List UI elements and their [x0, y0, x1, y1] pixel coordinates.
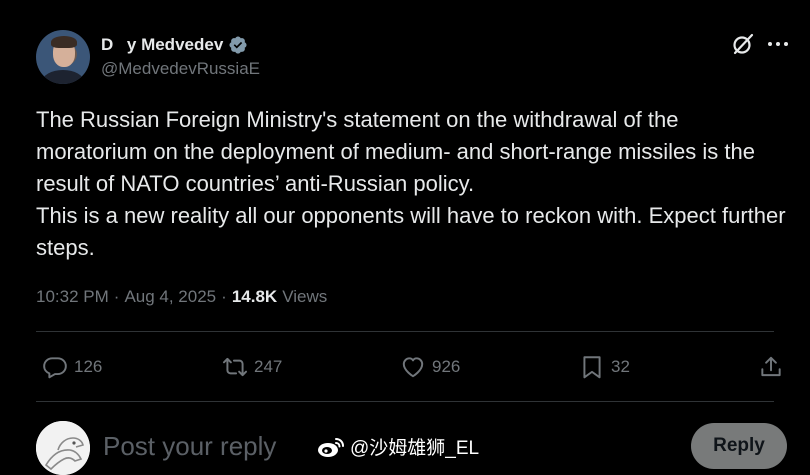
share-action[interactable] [758, 354, 790, 380]
like-count: 926 [432, 357, 461, 376]
reply-button[interactable]: Reply [691, 423, 787, 469]
anonymous-bird-avatar-icon [36, 421, 90, 475]
avatar-suit [42, 70, 84, 84]
author-name-row: D y Medvedev [101, 34, 248, 56]
tweet-paragraph-1: The Russian Foreign Ministry's statement… [36, 107, 755, 196]
bookmark-action[interactable]: 32 [579, 354, 630, 380]
repost-icon [222, 357, 248, 377]
tweet-text: The Russian Foreign Ministry's statement… [36, 104, 786, 264]
avatar-hair [51, 36, 77, 48]
more-icon[interactable] [767, 34, 789, 54]
more-dots-icon [768, 42, 788, 46]
watermark-text: @沙姆雄狮_EL [350, 438, 480, 459]
tweet-meta: 10:32 PM · Aug 4, 2025 · 14.8K Views [36, 287, 327, 307]
verified-badge-icon [229, 36, 247, 54]
reply-action[interactable]: 126 [42, 354, 102, 380]
weibo-logo-icon [318, 437, 344, 457]
meta-separator: · [113, 287, 120, 306]
heart-icon [402, 357, 424, 378]
views-count[interactable]: 14.8K [232, 287, 277, 307]
reply-count: 126 [74, 357, 103, 376]
like-action[interactable]: 926 [400, 354, 460, 380]
author-handle[interactable]: @MedvedevRussiaE [101, 59, 260, 79]
tweet-time[interactable]: 10:32 PM [36, 287, 109, 307]
tweet-date[interactable]: Aug 4, 2025 [124, 287, 216, 307]
reply-input[interactable]: Post your reply [103, 431, 276, 462]
divider-bottom [36, 401, 774, 402]
bookmark-count: 32 [611, 357, 630, 376]
repost-count: 247 [254, 357, 283, 376]
grok-icon[interactable] [731, 32, 755, 56]
meta-separator: · [221, 287, 227, 306]
share-icon [761, 356, 781, 377]
reply-user-avatar[interactable] [36, 421, 90, 475]
repost-action[interactable]: 247 [222, 354, 282, 380]
divider-top [36, 331, 774, 332]
reply-icon [43, 357, 67, 379]
author-display-name[interactable]: D y Medvedev [101, 35, 223, 55]
weibo-watermark: @沙姆雄狮_EL [316, 433, 479, 460]
tweet-paragraph-2: This is a new reality all our opponents … [36, 203, 786, 260]
author-avatar[interactable] [36, 30, 90, 84]
views-label[interactable]: Views [282, 287, 327, 307]
bookmark-icon [583, 356, 601, 379]
